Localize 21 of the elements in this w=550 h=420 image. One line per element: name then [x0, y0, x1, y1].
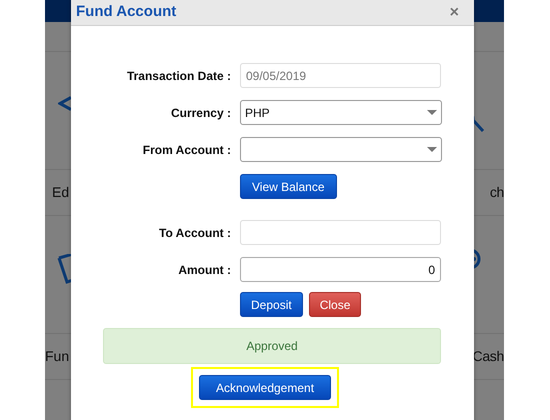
caret-icon — [427, 110, 437, 115]
select-field[interactable] — [240, 137, 442, 162]
tile-label: ch — [490, 183, 504, 202]
select-field[interactable]: PHP — [240, 100, 442, 125]
action-button[interactable]: Close — [308, 292, 362, 317]
view-balance-button[interactable]: View Balance — [240, 174, 336, 199]
action-button[interactable]: Deposit — [240, 292, 303, 317]
field-label: Amount : — [177, 262, 231, 278]
caret-icon — [427, 147, 437, 152]
input-field[interactable]: 0 — [240, 257, 441, 282]
tile-label: Ed — [52, 183, 70, 202]
tile-label: Cash — [472, 347, 504, 366]
acknowledgement-button[interactable]: Acknowledgement — [199, 375, 331, 400]
modal-title: Fund Account — [76, 2, 176, 22]
field-label: To Account : — [158, 224, 231, 242]
status-alert: Approved — [103, 328, 441, 364]
field-label: Currency : — [170, 104, 231, 122]
tile-label: Fun — [45, 347, 70, 366]
field-label: Transaction Date : — [126, 68, 231, 84]
close-button[interactable]: × — [450, 0, 459, 24]
field-label: From Account : — [142, 142, 231, 158]
